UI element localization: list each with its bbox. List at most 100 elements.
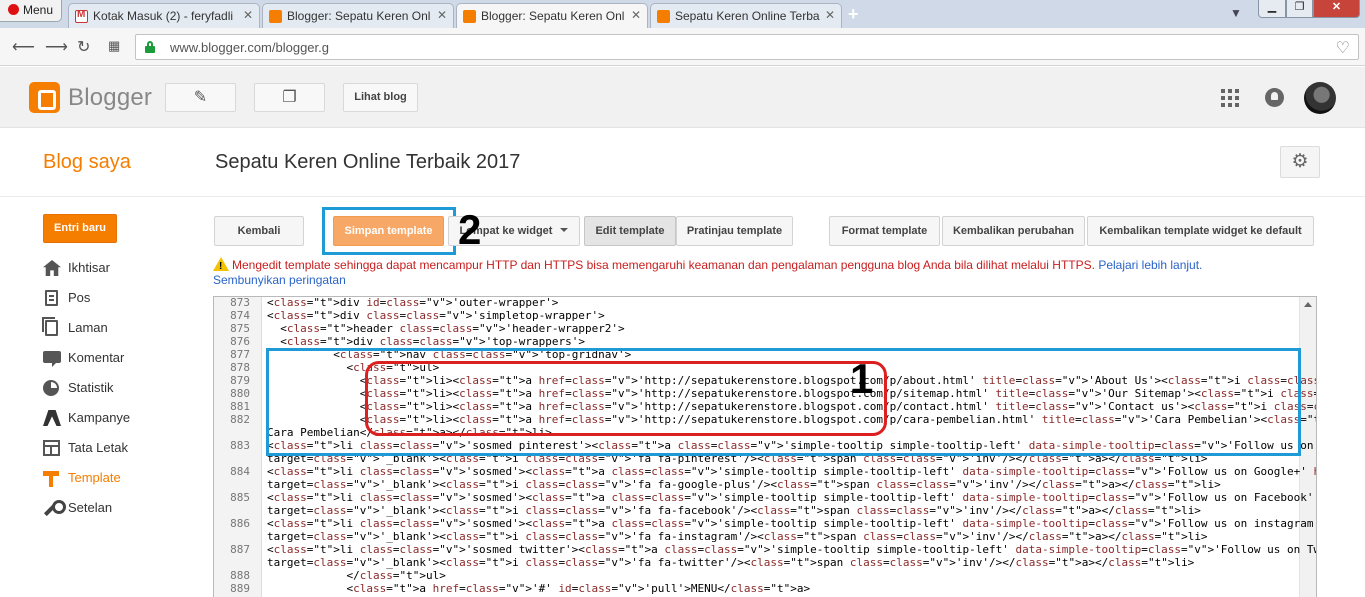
line-number: 889 bbox=[230, 582, 250, 595]
code-line[interactable]: target=class="v">'_blank'><class="t">i c… bbox=[214, 556, 1299, 569]
line-number: 879 bbox=[230, 374, 250, 387]
code-text: </class="t">ul> bbox=[267, 569, 446, 582]
sidebar-item-label: Komentar bbox=[68, 350, 125, 365]
close-icon[interactable]: ✕ bbox=[243, 8, 253, 22]
layout-icon bbox=[43, 440, 60, 456]
blog-settings-gear-button[interactable]: ⚙ bbox=[1280, 146, 1320, 178]
minimize-button[interactable]: ▁ bbox=[1258, 0, 1286, 18]
new-tab-button[interactable]: + bbox=[848, 4, 859, 25]
code-line[interactable]: 887 <class="t">li class=class="v">'sosmed… bbox=[214, 543, 1316, 556]
browser-menu-label: Menu bbox=[23, 3, 54, 17]
stats-icon bbox=[43, 380, 59, 396]
speed-dial-grid-icon[interactable]: ▦ bbox=[108, 38, 120, 54]
close-icon[interactable]: ✕ bbox=[437, 8, 447, 22]
avatar[interactable] bbox=[1304, 82, 1336, 114]
warning-text: Mengedit template sehingga dapat mencamp… bbox=[232, 258, 1095, 272]
heart-icon[interactable]: ♡ bbox=[1336, 38, 1350, 58]
line-number: 880 bbox=[230, 387, 250, 400]
browser-tab-blogger-1[interactable]: Blogger: Sepatu Keren Onl ✕ bbox=[262, 3, 454, 28]
pencil-icon: ✎ bbox=[193, 89, 208, 106]
revert-changes-button[interactable]: Kembalikan perubahan bbox=[942, 216, 1085, 246]
line-number: 876 bbox=[230, 335, 250, 348]
line-number: 883 bbox=[230, 439, 250, 452]
blogger-wordmark[interactable]: Blogger bbox=[68, 84, 152, 112]
code-line[interactable]: 885 <class="t">li class=class="v">'sosmed… bbox=[214, 491, 1313, 504]
code-text: target=class="v">'_blank'><class="t">i c… bbox=[267, 556, 1195, 569]
reload-icon[interactable]: ↻ bbox=[77, 37, 90, 57]
browser-tab-blog-preview[interactable]: Sepatu Keren Online Terba ✕ bbox=[650, 3, 842, 28]
code-text: <class="t">div class=class="v">'top-wrap… bbox=[267, 335, 585, 348]
comments-icon bbox=[43, 351, 61, 367]
code-text: <class="t">header class=class="v">'heade… bbox=[267, 322, 625, 335]
save-template-button[interactable]: Simpan template bbox=[333, 216, 444, 246]
edit-template-button[interactable]: Edit template bbox=[584, 216, 676, 246]
tab-title: Sepatu Keren Online Terba bbox=[675, 9, 820, 23]
annotation-circle-1-red bbox=[365, 361, 887, 436]
scroll-up-arrow-icon[interactable] bbox=[1304, 302, 1312, 307]
browser-menu-button[interactable]: Menu bbox=[0, 0, 62, 22]
code-line[interactable]: 886 <class="t">li class=class="v">'sosmed… bbox=[214, 517, 1316, 530]
close-icon[interactable]: ✕ bbox=[631, 8, 641, 22]
back-arrow-icon[interactable]: ⟵ bbox=[12, 37, 35, 57]
code-line[interactable]: 875 <class="t">header class=class="v">'h… bbox=[214, 322, 1299, 335]
view-blog-button[interactable]: Lihat blog bbox=[343, 83, 418, 112]
line-number: 888 bbox=[230, 569, 250, 582]
code-text: target=class="v">'_blank'><class="t">i c… bbox=[267, 504, 1201, 517]
tab-menu-icon[interactable]: ▼ bbox=[1230, 6, 1242, 20]
revert-widget-default-button[interactable]: Kembalikan template widget ke default bbox=[1087, 216, 1314, 246]
new-post-button[interactable]: Entri baru bbox=[43, 214, 117, 243]
sidebar-item-label: Statistik bbox=[68, 380, 114, 395]
sidebar-item-label: Laman bbox=[68, 320, 108, 335]
gear-icon: ⚙ bbox=[1291, 151, 1309, 172]
maximize-button[interactable]: ❐ bbox=[1286, 0, 1313, 18]
code-text: <class="t">div id=class="v">'outer-wrapp… bbox=[267, 296, 559, 309]
close-window-button[interactable]: ✕ bbox=[1313, 0, 1360, 18]
back-button[interactable]: Kembali bbox=[214, 216, 304, 246]
line-number: 881 bbox=[230, 400, 250, 413]
my-blogs-link[interactable]: Blog saya bbox=[43, 151, 131, 174]
close-icon[interactable]: ✕ bbox=[825, 8, 835, 22]
preview-template-button[interactable]: Pratinjau template bbox=[676, 216, 793, 246]
line-number: 877 bbox=[230, 348, 250, 361]
code-text: <class="t">li class=class="v">'sosmed'><… bbox=[267, 491, 1317, 504]
mixed-content-warning: Mengedit template sehingga dapat mencamp… bbox=[213, 257, 1303, 288]
pages-icon bbox=[42, 317, 58, 336]
code-line[interactable]: 884 <class="t">li class=class="v">'sosmed… bbox=[214, 465, 1316, 478]
code-line[interactable]: 888 </class="t">ul> bbox=[214, 569, 1299, 582]
code-line[interactable]: target=class="v">'_blank'><class="t">i c… bbox=[214, 504, 1299, 517]
hide-warning-link[interactable]: Sembunyikan peringatan bbox=[213, 273, 346, 287]
blogger-icon bbox=[463, 10, 476, 23]
new-post-pencil-button[interactable]: ✎ bbox=[165, 83, 236, 112]
forward-arrow-icon[interactable]: ⟶ bbox=[45, 37, 68, 57]
code-line[interactable]: 876 <class="t">div class=class="v">'top-… bbox=[214, 335, 1299, 348]
blog-title: Sepatu Keren Online Terbaik 2017 bbox=[215, 151, 521, 173]
url-field[interactable]: www.blogger.com/blogger.g ♡ bbox=[135, 34, 1359, 60]
blogger-logo-icon[interactable] bbox=[29, 82, 60, 113]
code-line[interactable]: target=class="v">'_blank'><class="t">i c… bbox=[214, 478, 1299, 491]
home-icon bbox=[43, 260, 61, 276]
code-line[interactable]: 874 <class="t">div class=class="v">'simpl… bbox=[214, 309, 1299, 322]
code-line[interactable]: 889 <class="t">a href=class="v">'#' id=c… bbox=[214, 582, 1299, 595]
line-number: 878 bbox=[230, 361, 250, 374]
divider bbox=[0, 196, 1365, 197]
notifications-bell-icon[interactable] bbox=[1265, 88, 1284, 107]
browser-tab-bar: Menu Kotak Masuk (2) - feryfadli ✕ Blogge… bbox=[0, 0, 1365, 29]
code-text: <class="t">div class=class="v">'simpleto… bbox=[267, 309, 605, 322]
code-text: target=class="v">'_blank'><class="t">i c… bbox=[267, 530, 1208, 543]
line-number: 875 bbox=[230, 322, 250, 335]
code-line[interactable]: 873 <class="t">div id=class="v">'outer-wr… bbox=[214, 296, 1299, 309]
browser-tab-gmail[interactable]: Kotak Masuk (2) - feryfadli ✕ bbox=[68, 3, 260, 28]
posts-list-button[interactable]: ❐ bbox=[254, 83, 325, 112]
opera-logo-icon bbox=[8, 4, 19, 15]
format-template-button[interactable]: Format template bbox=[829, 216, 940, 246]
blogger-header: Blogger ✎ ❐ Lihat blog bbox=[0, 67, 1365, 128]
blogger-icon bbox=[269, 10, 282, 23]
code-line[interactable]: target=class="v">'_blank'><class="t">i c… bbox=[214, 530, 1299, 543]
wrench-icon bbox=[43, 500, 66, 516]
browser-tab-blogger-active[interactable]: Blogger: Sepatu Keren Onl ✕ bbox=[456, 3, 648, 29]
lock-icon bbox=[145, 41, 155, 53]
learn-more-link[interactable]: Pelajari lebih lanjut. bbox=[1098, 258, 1202, 272]
apps-grid-icon[interactable] bbox=[1221, 89, 1239, 107]
code-text: <class="t">a href=class="v">'#' id=class… bbox=[267, 582, 811, 595]
address-bar-row: ⟵ ⟶ ↻ ▦ www.blogger.com/blogger.g ♡ bbox=[0, 28, 1365, 66]
